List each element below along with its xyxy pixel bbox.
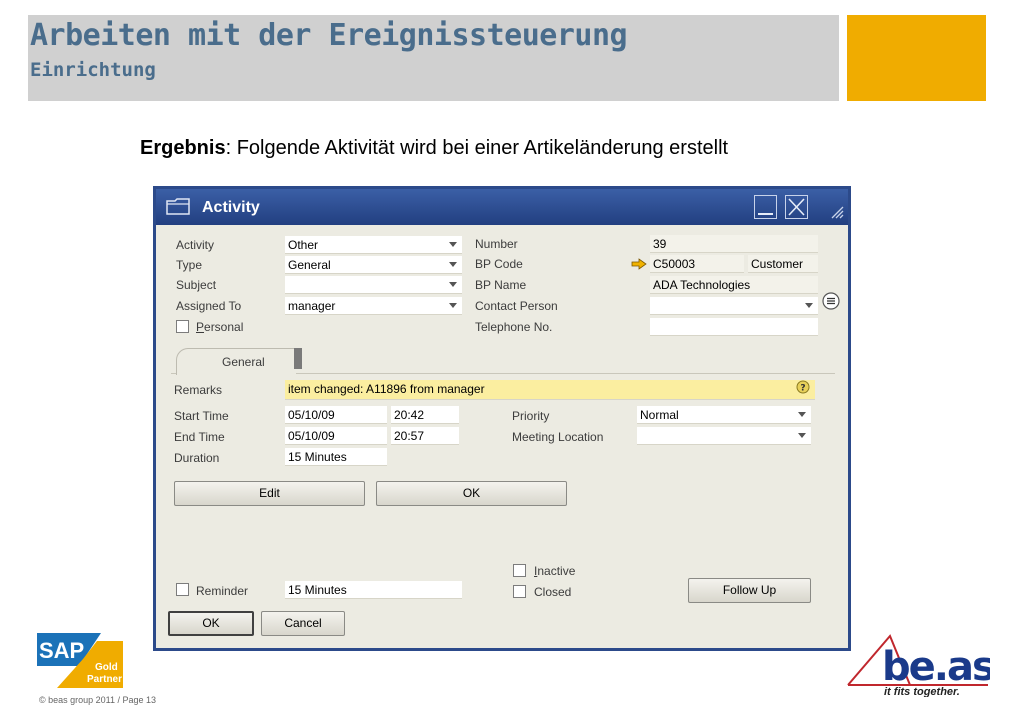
contact-person-label: Contact Person bbox=[475, 299, 558, 313]
tab-edge bbox=[294, 348, 302, 369]
number-label: Number bbox=[475, 237, 518, 251]
bp-name-field: ADA Technologies bbox=[650, 276, 818, 294]
tab-general-label: General bbox=[222, 355, 265, 369]
follow-up-button[interactable]: Follow Up bbox=[688, 578, 811, 603]
slide-title: Arbeiten mit der Ereignissteuerung bbox=[30, 18, 628, 53]
personal-checkbox[interactable] bbox=[176, 320, 189, 333]
list-lookup-icon[interactable] bbox=[822, 292, 840, 310]
remarks-help-icon[interactable]: ? bbox=[796, 380, 810, 394]
footer-copyright: © beas group 2011 / Page 13 bbox=[39, 695, 157, 705]
reminder-field[interactable]: 15 Minutes bbox=[285, 581, 462, 599]
activity-window: Activity Activity Other Type General Sub… bbox=[153, 186, 851, 651]
reminder-label: Reminder bbox=[196, 584, 249, 598]
inactive-label: Inactive bbox=[534, 564, 576, 578]
priority-select[interactable]: Normal bbox=[637, 406, 811, 424]
contact-person-select[interactable] bbox=[650, 297, 818, 315]
sap-badge-partner: Partner bbox=[87, 674, 122, 685]
telephone-field[interactable] bbox=[650, 318, 818, 336]
inactive-checkbox[interactable] bbox=[513, 564, 526, 577]
activity-label: Activity bbox=[176, 238, 215, 252]
resize-grip-icon[interactable] bbox=[830, 205, 844, 219]
cancel-button[interactable]: Cancel bbox=[261, 611, 345, 636]
sap-badge-gold: Gold bbox=[95, 662, 118, 673]
duration-field[interactable]: 15 Minutes bbox=[285, 448, 387, 466]
personal-label: Personal bbox=[196, 320, 244, 334]
type-label: Type bbox=[176, 258, 203, 272]
beas-tagline: it fits together. bbox=[884, 686, 960, 697]
closed-checkbox[interactable] bbox=[513, 585, 526, 598]
type-select[interactable]: General bbox=[285, 256, 462, 274]
edit-button[interactable]: Edit bbox=[174, 481, 365, 506]
assigned-to-select[interactable]: manager bbox=[285, 297, 462, 315]
start-time-label: Start Time bbox=[174, 409, 229, 423]
minimize-button[interactable] bbox=[754, 195, 777, 219]
window-title: Activity bbox=[202, 199, 260, 216]
priority-label: Priority bbox=[512, 409, 550, 423]
subject-select[interactable] bbox=[285, 276, 462, 294]
svg-text:?: ? bbox=[800, 384, 805, 394]
closed-label: Closed bbox=[534, 585, 572, 599]
subject-label: Subject bbox=[176, 278, 217, 292]
close-button[interactable] bbox=[785, 195, 808, 219]
sap-gold-partner-logo: SAP Gold Partner bbox=[37, 633, 123, 688]
window-titlebar[interactable]: Activity bbox=[156, 189, 848, 225]
slide-caption: Ergebnis: Folgende Aktivität wird bei ei… bbox=[140, 137, 729, 159]
close-icon bbox=[788, 198, 805, 216]
beas-logo: be.as it fits together. bbox=[847, 634, 990, 697]
tab-general[interactable]: General bbox=[176, 348, 296, 375]
assigned-to-label: Assigned To bbox=[176, 299, 242, 313]
duration-label: Duration bbox=[174, 451, 220, 465]
remarks-label: Remarks bbox=[174, 383, 223, 397]
bp-code-field[interactable]: C50003 bbox=[650, 255, 744, 273]
number-field: 39 bbox=[650, 235, 818, 253]
meeting-location-select[interactable] bbox=[637, 427, 811, 445]
end-time-field[interactable]: 20:57 bbox=[391, 427, 459, 445]
beas-wordmark: be.as bbox=[882, 644, 990, 690]
bp-type-field: Customer bbox=[748, 255, 818, 273]
bp-code-label: BP Code bbox=[475, 257, 523, 271]
ok-button[interactable]: OK bbox=[168, 611, 254, 636]
slide-subtitle: Einrichtung bbox=[30, 59, 156, 81]
meeting-location-label: Meeting Location bbox=[512, 430, 604, 444]
start-date-field[interactable]: 05/10/09 bbox=[285, 406, 387, 424]
accent-block bbox=[847, 15, 986, 101]
sap-brand-text: SAP bbox=[39, 638, 84, 663]
activity-select[interactable]: Other bbox=[285, 236, 462, 254]
end-time-label: End Time bbox=[174, 430, 225, 444]
ok-inner-button[interactable]: OK bbox=[376, 481, 567, 506]
remarks-field[interactable]: item changed: A11896 from manager bbox=[285, 380, 815, 400]
link-arrow-icon[interactable] bbox=[631, 258, 647, 270]
start-time-field[interactable]: 20:42 bbox=[391, 406, 459, 424]
window-client: Activity Other Type General Subject Assi… bbox=[156, 225, 848, 648]
end-date-field[interactable]: 05/10/09 bbox=[285, 427, 387, 445]
bp-name-label: BP Name bbox=[475, 278, 527, 292]
reminder-checkbox[interactable] bbox=[176, 583, 189, 596]
form-icon bbox=[166, 198, 190, 215]
telephone-label: Telephone No. bbox=[475, 320, 553, 334]
